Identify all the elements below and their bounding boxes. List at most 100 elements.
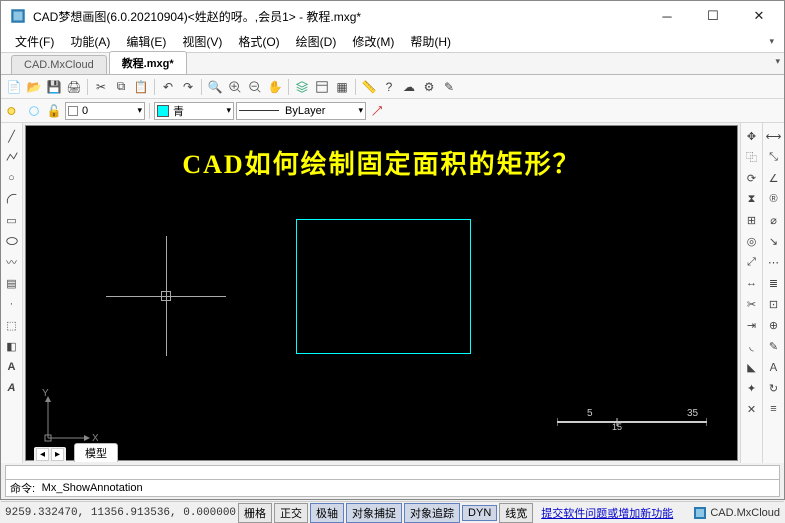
line-tool-icon[interactable]: ╱ bbox=[3, 127, 21, 145]
copy-icon[interactable]: ⧉ bbox=[112, 78, 130, 96]
text-tool-icon[interactable]: A bbox=[3, 358, 21, 376]
layers-icon[interactable] bbox=[293, 78, 311, 96]
minimize-button[interactable]: ─ bbox=[644, 1, 690, 31]
layout-nav-arrows[interactable]: ◂ ▸ bbox=[34, 447, 66, 462]
settings-icon[interactable]: ⚙ bbox=[420, 78, 438, 96]
menu-overflow-icon[interactable]: ▾ bbox=[763, 36, 780, 47]
erase-tool-icon[interactable]: ✕ bbox=[743, 400, 761, 418]
offset-tool-icon[interactable]: ◎ bbox=[743, 232, 761, 250]
toggle-ortho[interactable]: 正交 bbox=[274, 503, 308, 523]
region-tool-icon[interactable]: ◧ bbox=[3, 337, 21, 355]
command-text: Mx_ShowAnnotation bbox=[42, 482, 143, 494]
new-file-icon[interactable]: 📄 bbox=[5, 78, 23, 96]
dim-update-icon[interactable]: ↻ bbox=[765, 379, 783, 397]
linetype-select[interactable]: ByLayer▾ bbox=[236, 102, 366, 120]
layer-select[interactable]: 0▾ bbox=[65, 102, 145, 120]
save-icon[interactable]: 💾 bbox=[45, 78, 63, 96]
dim-baseline-icon[interactable]: ≣ bbox=[765, 274, 783, 292]
polyline-tool-icon[interactable] bbox=[3, 148, 21, 166]
help-icon[interactable]: ? bbox=[380, 78, 398, 96]
model-space-tab[interactable]: 模型 bbox=[74, 443, 118, 462]
extend-tool-icon[interactable]: ⇥ bbox=[743, 316, 761, 334]
color-select[interactable]: 青▾ bbox=[154, 102, 234, 120]
array-tool-icon[interactable]: ⊞ bbox=[743, 211, 761, 229]
dim-text-edit-icon[interactable]: Ａ bbox=[765, 358, 783, 376]
menu-file[interactable]: 文件(F) bbox=[7, 31, 62, 52]
block-tool-icon[interactable]: ⬚ bbox=[3, 316, 21, 334]
nav-prev-icon[interactable]: ▸ bbox=[51, 448, 64, 461]
circle-tool-icon[interactable]: ○ bbox=[3, 169, 21, 187]
pan-icon[interactable]: ✋ bbox=[266, 78, 284, 96]
mirror-tool-icon[interactable]: ⧗ bbox=[743, 190, 761, 208]
dim-diameter-icon[interactable]: ⌀ bbox=[765, 211, 783, 229]
tab-tutorial[interactable]: 教程.mxg* bbox=[109, 51, 187, 74]
dim-angular-icon[interactable]: ∠ bbox=[765, 169, 783, 187]
drawing-canvas[interactable]: CAD如何绘制固定面积的矩形？ 5 35 15 bbox=[25, 125, 738, 461]
menu-format[interactable]: 格式(O) bbox=[230, 31, 287, 52]
menu-function[interactable]: 功能(A) bbox=[62, 31, 118, 52]
move-tool-icon[interactable]: ✥ bbox=[743, 127, 761, 145]
dim-style-icon[interactable]: ≡ bbox=[765, 400, 783, 418]
tab-cloud[interactable]: CAD.MxCloud bbox=[11, 55, 107, 74]
toggle-polar[interactable]: 极轴 bbox=[310, 503, 344, 523]
command-history[interactable] bbox=[5, 465, 780, 479]
tolerance-icon[interactable]: ⊡ bbox=[765, 295, 783, 313]
match-properties-icon[interactable] bbox=[368, 102, 386, 120]
stretch-tool-icon[interactable]: ↔ bbox=[743, 274, 761, 292]
cloud-sync-icon[interactable]: ☁ bbox=[400, 78, 418, 96]
open-file-icon[interactable]: 📂 bbox=[25, 78, 43, 96]
chamfer-tool-icon[interactable]: ◣ bbox=[743, 358, 761, 376]
spline-tool-icon[interactable]: 〰 bbox=[3, 253, 21, 271]
rotate-tool-icon[interactable]: ⟳ bbox=[743, 169, 761, 187]
toggle-otrack[interactable]: 对象追踪 bbox=[404, 503, 460, 523]
measure-icon[interactable]: 📏 bbox=[360, 78, 378, 96]
zoom-in-icon[interactable] bbox=[226, 78, 244, 96]
print-icon[interactable]: 🖨 bbox=[65, 78, 83, 96]
redo-icon[interactable]: ↷ bbox=[179, 78, 197, 96]
zoom-realtime-icon[interactable]: 🔍 bbox=[206, 78, 224, 96]
properties-icon[interactable] bbox=[313, 78, 331, 96]
maximize-button[interactable]: ☐ bbox=[690, 1, 736, 31]
toggle-lineweight[interactable]: 线宽 bbox=[499, 503, 533, 523]
ellipse-tool-icon[interactable] bbox=[3, 232, 21, 250]
menu-help[interactable]: 帮助(H) bbox=[402, 31, 459, 52]
tab-overflow-icon[interactable]: ▾ bbox=[775, 56, 780, 67]
blocks-icon[interactable]: ▦ bbox=[333, 78, 351, 96]
menu-view[interactable]: 视图(V) bbox=[174, 31, 230, 52]
undo-icon[interactable]: ↶ bbox=[159, 78, 177, 96]
dim-aligned-icon[interactable]: ⤡ bbox=[765, 148, 783, 166]
toggle-dyn[interactable]: DYN bbox=[462, 505, 497, 521]
toggle-grid[interactable]: 栅格 bbox=[238, 503, 272, 523]
paste-icon[interactable]: 📋 bbox=[132, 78, 150, 96]
menu-draw[interactable]: 绘图(D) bbox=[288, 31, 345, 52]
annotate-icon[interactable]: ✎ bbox=[440, 78, 458, 96]
cut-icon[interactable]: ✂ bbox=[92, 78, 110, 96]
menu-modify[interactable]: 修改(M) bbox=[344, 31, 402, 52]
menu-edit[interactable]: 编辑(E) bbox=[118, 31, 174, 52]
layer-state-icon[interactable] bbox=[5, 102, 23, 120]
scale-tool-icon[interactable]: ⤢ bbox=[743, 253, 761, 271]
trim-tool-icon[interactable]: ✂ bbox=[743, 295, 761, 313]
fillet-tool-icon[interactable]: ◟ bbox=[743, 337, 761, 355]
dim-linear-icon[interactable]: ⟷ bbox=[765, 127, 783, 145]
leader-icon[interactable]: ↘ bbox=[765, 232, 783, 250]
mtext-tool-icon[interactable]: A bbox=[3, 379, 21, 397]
layer-freeze-icon[interactable] bbox=[25, 102, 43, 120]
arc-tool-icon[interactable] bbox=[3, 190, 21, 208]
toggle-osnap[interactable]: 对象捕捉 bbox=[346, 503, 402, 523]
explode-tool-icon[interactable]: ✦ bbox=[743, 379, 761, 397]
nav-first-icon[interactable]: ◂ bbox=[36, 448, 49, 461]
hatch-tool-icon[interactable]: ▤ bbox=[3, 274, 21, 292]
command-line[interactable]: 命令: Mx_ShowAnnotation bbox=[5, 479, 780, 497]
point-tool-icon[interactable]: · bbox=[3, 295, 21, 313]
dim-edit-icon[interactable]: ✎ bbox=[765, 337, 783, 355]
rect-tool-icon[interactable]: ▭ bbox=[3, 211, 21, 229]
close-button[interactable]: ✕ bbox=[736, 1, 782, 31]
layer-lock-icon[interactable]: 🔓 bbox=[45, 102, 63, 120]
zoom-out-icon[interactable] bbox=[246, 78, 264, 96]
dim-continue-icon[interactable]: ⋯ bbox=[765, 253, 783, 271]
copy-tool-icon[interactable]: ⿻ bbox=[743, 148, 761, 166]
dim-radius-icon[interactable]: ® bbox=[765, 190, 783, 208]
center-mark-icon[interactable]: ⊕ bbox=[765, 316, 783, 334]
feedback-link[interactable]: 提交软件问题或增加新功能 bbox=[541, 505, 673, 521]
